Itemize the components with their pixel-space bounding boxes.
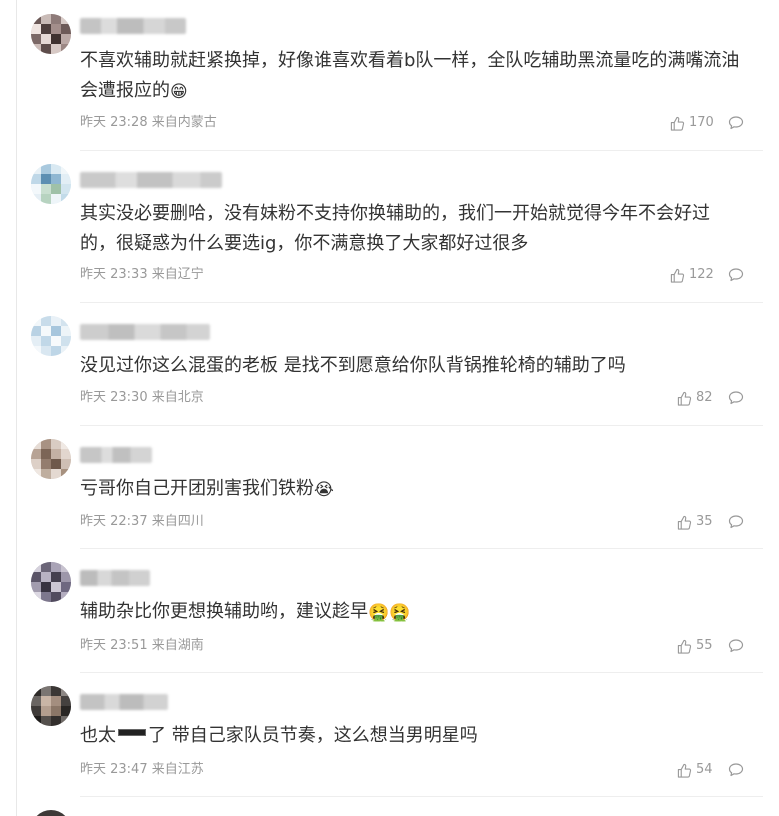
avatar[interactable] [31,562,71,602]
like-count: 54 [696,762,713,777]
like-count: 82 [696,390,713,405]
comment-time: 昨天 22:37 [80,514,148,529]
reply-button[interactable] [728,514,746,530]
username-redacted[interactable] [80,447,152,463]
comment-bubble-icon [728,763,744,777]
black-bar-icon [118,729,146,736]
like-button[interactable]: 122 [670,267,714,283]
comment-text-after: 了 带自己家队员节奏，这么想当男明星吗 [148,725,478,746]
comment-text-body: 亏哥你自己开团别害我们铁粉 [80,478,314,499]
comment-text: 也太 了 带自己家队员节奏，这么想当男明星吗 [80,721,740,751]
username-redacted[interactable] [80,172,222,188]
comment-bubble-icon [728,391,744,405]
divider [80,796,763,797]
comment-bubble-icon [728,116,744,130]
comment-location: 来自江苏 [151,762,204,777]
like-button[interactable]: 82 [677,390,713,406]
reply-button[interactable] [728,390,746,406]
username-redacted[interactable] [80,324,210,340]
comment-text-before: 也太 [80,725,116,746]
comment-bubble-icon [728,268,744,282]
reply-button[interactable] [728,638,746,654]
comment-location: 来自内蒙古 [151,115,217,130]
like-count: 55 [696,638,713,653]
comment-meta: 昨天 22:37 来自四川 [80,514,204,530]
comment-meta: 昨天 23:28 来自内蒙古 [80,115,217,131]
crying-emoji-icon: 😭 [314,480,334,500]
comment-location: 来自湖南 [151,638,204,653]
comment-time: 昨天 23:47 [80,762,148,777]
username-redacted[interactable] [80,694,168,710]
avatar[interactable] [31,810,71,816]
thumbs-up-icon [677,515,692,530]
comment-meta: 昨天 23:33 来自辽宁 [80,267,204,283]
comment-location: 来自四川 [151,514,204,529]
avatar[interactable] [31,316,71,356]
comment-text: 亏哥你自己开团别害我们铁粉😭 [80,474,740,505]
comment-text: 不喜欢辅助就赶紧换掉，好像谁喜欢看着b队一样，全队吃辅助黑流量吃的满嘴流油会遭报… [80,46,740,107]
like-count: 170 [689,115,714,130]
thumbs-up-icon [670,268,685,283]
comment-bubble-icon [728,515,744,529]
thumbs-up-icon [677,391,692,406]
comment-meta: 昨天 23:47 来自江苏 [80,762,204,778]
comment-meta: 昨天 23:30 来自北京 [80,390,204,406]
divider [80,150,763,151]
comment-time: 昨天 23:30 [80,390,148,405]
comment-meta: 昨天 23:51 来自湖南 [80,638,204,654]
comment-text: 辅助杂比你更想换辅助哟，建议趁早🤮🤮 [80,597,740,628]
comment-time: 昨天 23:28 [80,115,148,130]
comment-text: 没见过你这么混蛋的老板 是找不到愿意给你队背锅推轮椅的辅助了吗 [80,351,740,381]
like-count: 122 [689,267,714,282]
username-redacted[interactable] [80,570,150,586]
grin-emoji-icon: 😁 [170,82,188,102]
comment-time: 昨天 23:51 [80,638,148,653]
comment-text-body: 没见过你这么混蛋的老板 是找不到愿意给你队背锅推轮椅的辅助了吗 [80,355,626,376]
comment-time: 昨天 23:33 [80,267,148,282]
avatar[interactable] [31,14,71,54]
comment-location: 来自北京 [151,390,204,405]
avatar[interactable] [31,164,71,204]
divider [80,302,763,303]
comment-text-body: 辅助杂比你更想换辅助哟，建议趁早 [80,601,368,622]
avatar[interactable] [31,686,71,726]
username-redacted[interactable] [80,18,186,34]
comment-list: 不喜欢辅助就赶紧换掉，好像谁喜欢看着b队一样，全队吃辅助黑流量吃的满嘴流油会遭报… [16,0,779,816]
like-count: 35 [696,514,713,529]
thumbs-up-icon [677,639,692,654]
comment-text-body: 其实没必要删哈，没有妹粉不支持你换辅助的，我们一开始就觉得今年不会好过的，很疑惑… [80,203,710,254]
divider [80,425,763,426]
divider [80,672,763,673]
thumbs-up-icon [670,116,685,131]
avatar[interactable] [31,439,71,479]
comment-bubble-icon [728,639,744,653]
comment-location: 来自辽宁 [151,267,204,282]
reply-button[interactable] [728,762,746,778]
reply-button[interactable] [728,115,746,131]
thumbs-up-icon [677,763,692,778]
divider [80,548,763,549]
reply-button[interactable] [728,267,746,283]
vomiting-emoji-icon: 🤮🤮 [368,603,411,623]
like-button[interactable]: 55 [677,638,713,654]
like-button[interactable]: 54 [677,762,713,778]
like-button[interactable]: 35 [677,514,713,530]
like-button[interactable]: 170 [670,115,714,131]
comment-text: 其实没必要删哈，没有妹粉不支持你换辅助的，我们一开始就觉得今年不会好过的，很疑惑… [80,199,740,259]
